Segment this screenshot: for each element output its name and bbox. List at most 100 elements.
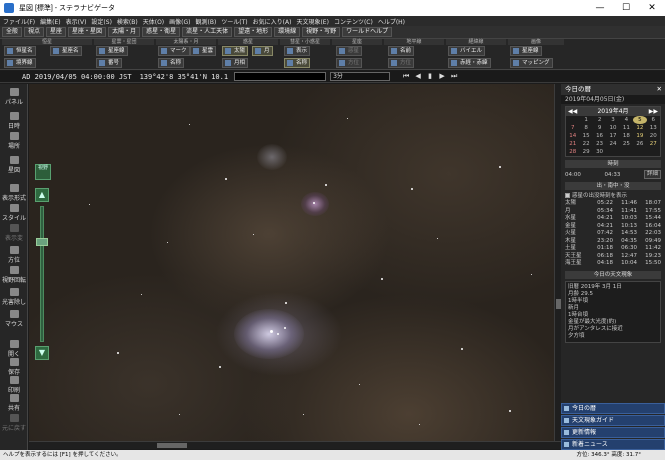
calendar-day[interactable]: 19 <box>633 132 646 140</box>
sidebar-display-format[interactable]: 表示形式 <box>0 184 28 202</box>
calendar-day[interactable]: 15 <box>579 132 592 140</box>
menu-help[interactable]: ヘルプ(H) <box>378 17 405 26</box>
calendar-day[interactable]: 1 <box>579 116 592 124</box>
close-button[interactable]: ✕ <box>639 0 665 16</box>
running-man-nebula[interactable] <box>301 192 329 216</box>
calendar-day[interactable]: 26 <box>633 140 646 148</box>
play-icon[interactable]: ▶ <box>436 72 448 81</box>
sidebar-location[interactable]: 場所 <box>0 132 28 150</box>
menu-edit[interactable]: 編集(E) <box>40 17 60 26</box>
calendar-day[interactable]: 7 <box>566 124 579 132</box>
star[interactable] <box>437 238 438 239</box>
sidebar-datetime[interactable]: 日時 <box>0 112 28 130</box>
ribbon-show[interactable]: 表示 <box>284 46 311 56</box>
link-news[interactable]: 新着ニュース <box>561 439 665 450</box>
menu-search[interactable]: 検索(B) <box>117 17 138 26</box>
zoom-slider-track[interactable] <box>40 206 44 342</box>
calendar-day[interactable]: 29 <box>579 148 592 156</box>
menu-images[interactable]: 画像(G) <box>169 17 190 26</box>
tab-terrain[interactable]: 望遠・地形 <box>234 27 273 37</box>
calendar-day[interactable] <box>633 148 646 156</box>
tab-stars[interactable]: 星座 <box>46 27 67 37</box>
star[interactable] <box>189 124 190 125</box>
menu-events[interactable]: 天文現象(E) <box>296 17 328 26</box>
calendar-day[interactable]: 3 <box>606 116 619 124</box>
star[interactable] <box>117 352 119 354</box>
star[interactable] <box>219 366 221 368</box>
ribbon-horizon-direction[interactable]: 方位 <box>388 58 415 68</box>
star[interactable] <box>509 410 511 412</box>
orion-nebula[interactable] <box>234 309 304 359</box>
ribbon-equatorial[interactable]: 赤経・赤緯 <box>448 58 491 68</box>
calendar-day[interactable]: 20 <box>647 132 660 140</box>
star[interactable] <box>359 384 360 385</box>
calendar-day[interactable]: 8 <box>579 124 592 132</box>
link-today[interactable]: 今日の暦 <box>561 403 665 414</box>
star[interactable] <box>313 202 315 204</box>
calendar-day[interactable]: 11 <box>620 124 633 132</box>
calendar-day[interactable]: 27 <box>647 140 660 148</box>
link-events-guide[interactable]: 天文現象ガイド <box>561 415 665 426</box>
sky-view[interactable]: 視野 ▲ ▼ <box>29 84 554 441</box>
menu-view[interactable]: 表示(V) <box>66 17 87 26</box>
calendar-day[interactable]: 16 <box>593 132 606 140</box>
star[interactable] <box>89 204 90 205</box>
calendar-day[interactable]: 23 <box>593 140 606 148</box>
calendar-day[interactable]: 2 <box>593 116 606 124</box>
ribbon-moon-phase[interactable]: 月相 <box>222 58 249 68</box>
star[interactable] <box>167 242 168 243</box>
calendar-day[interactable]: 18 <box>620 132 633 140</box>
sidebar-style[interactable]: スタイル <box>0 204 28 222</box>
star[interactable] <box>531 274 532 275</box>
calendar-day[interactable]: 22 <box>579 140 592 148</box>
horizontal-scroll-thumb[interactable] <box>157 443 187 448</box>
tab-fov[interactable]: 視野・写野 <box>302 27 341 37</box>
calendar-day[interactable]: 9 <box>593 124 606 132</box>
sidebar-open[interactable]: 開く <box>0 340 28 358</box>
calendar-day[interactable]: 13 <box>647 124 660 132</box>
star[interactable] <box>347 118 348 119</box>
datetime-display[interactable]: AD 2019/04/05 04:00:00 JST <box>22 73 132 81</box>
calendar-day[interactable]: 17 <box>606 132 619 140</box>
ribbon-bayer[interactable]: バイエル <box>448 46 485 56</box>
search-field[interactable] <box>234 72 327 81</box>
ribbon-name[interactable]: 名前 <box>388 46 415 56</box>
star[interactable] <box>419 424 420 425</box>
ribbon-sun[interactable]: 太陽 <box>222 46 249 56</box>
tab-lines[interactable]: 環境線 <box>274 27 301 37</box>
vertical-scrollbar[interactable] <box>554 84 561 441</box>
star[interactable] <box>303 414 304 415</box>
horizontal-scrollbar[interactable] <box>29 441 561 449</box>
sidebar-save[interactable]: 保存 <box>0 358 28 376</box>
location-display[interactable]: 139°42'8 35°41'N 10.1 <box>140 73 229 81</box>
ribbon-image-lines[interactable]: 星座線 <box>510 46 542 56</box>
star[interactable] <box>381 278 383 280</box>
panel-close-icon[interactable]: ✕ <box>657 84 665 95</box>
tab-sun-moon[interactable]: 太陽・月 <box>108 27 141 37</box>
calendar-day[interactable]: 10 <box>606 124 619 132</box>
pause-icon[interactable]: ▮ <box>424 72 436 81</box>
calendar-day[interactable]: 12 <box>633 124 646 132</box>
time-step-select[interactable]: 3分 <box>330 72 391 81</box>
sidebar-panel[interactable]: パネル <box>0 88 28 106</box>
fast-forward-icon[interactable]: ⏭ <box>448 72 460 81</box>
zoom-out-icon[interactable]: ▼ <box>35 346 49 360</box>
star[interactable] <box>277 333 279 335</box>
ribbon-comet-name[interactable]: 名称 <box>284 58 311 68</box>
menu-favorites[interactable]: お気に入り(A) <box>253 17 292 26</box>
ribbon-label[interactable]: 名称 <box>158 58 185 68</box>
detail-button[interactable]: 詳細 <box>643 170 661 179</box>
calendar-day[interactable]: 14 <box>566 132 579 140</box>
ribbon-planets[interactable]: 惑星 <box>336 46 363 56</box>
calendar-day[interactable] <box>606 148 619 156</box>
menu-contents[interactable]: コンテンツ(C) <box>334 17 373 26</box>
zoom-slider-thumb[interactable] <box>36 238 48 246</box>
sidebar-mouse[interactable]: マウス <box>0 310 28 328</box>
calendar-day[interactable]: 4 <box>620 116 633 124</box>
star[interactable] <box>253 234 254 235</box>
ribbon-constellation-lines[interactable]: 星座線 <box>96 46 128 56</box>
riseset-checkbox[interactable]: 惑星の出没時刻を表示 <box>565 191 661 199</box>
step-back-icon[interactable]: ◀ <box>412 72 424 81</box>
star[interactable] <box>285 302 287 304</box>
tab-viewpoint[interactable]: 視点 <box>24 27 45 37</box>
